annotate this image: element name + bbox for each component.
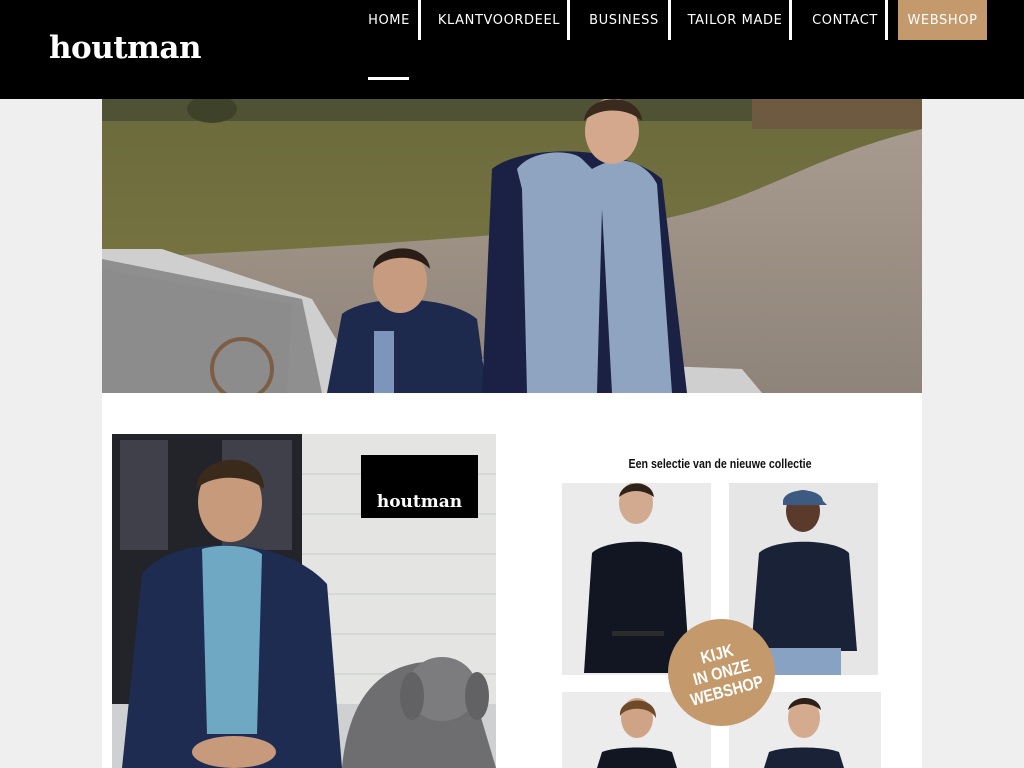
webshop-stamp[interactable]: KIJK IN ONZE WEBSHOP bbox=[668, 619, 775, 726]
site-logo[interactable]: houtman bbox=[49, 30, 202, 66]
nav-klantvoordeel[interactable]: KLANTVOORDEEL bbox=[431, 0, 567, 40]
main-content: houtman Een selectie van de nieuwe colle… bbox=[102, 99, 922, 768]
nav-home[interactable]: HOME bbox=[362, 0, 416, 40]
stamp-text: KIJK IN ONZE WEBSHOP bbox=[687, 640, 765, 710]
promo-logo: houtman bbox=[376, 492, 463, 512]
nav-separator bbox=[885, 0, 888, 40]
nav-tailor-made[interactable]: TAILOR MADE bbox=[681, 0, 789, 40]
nav-webshop-button[interactable]: WEBSHOP bbox=[898, 0, 987, 40]
nav-separator bbox=[668, 0, 671, 40]
promo-collection[interactable]: Een selectie van de nieuwe collectie KIJ… bbox=[548, 449, 900, 768]
nav-separator bbox=[789, 0, 792, 40]
nav-separator bbox=[418, 0, 421, 40]
nav-separator bbox=[567, 0, 570, 40]
nav-active-indicator bbox=[368, 77, 409, 80]
site-header: houtman HOME KLANTVOORDEEL BUSINESS TAIL… bbox=[0, 0, 1024, 99]
promo-image-left[interactable]: houtman bbox=[112, 434, 496, 768]
promo-title: Een selectie van de nieuwe collectie bbox=[628, 456, 812, 471]
hero-image bbox=[102, 99, 922, 393]
nav-contact[interactable]: CONTACT bbox=[805, 0, 885, 40]
nav-business[interactable]: BUSINESS bbox=[581, 0, 667, 40]
